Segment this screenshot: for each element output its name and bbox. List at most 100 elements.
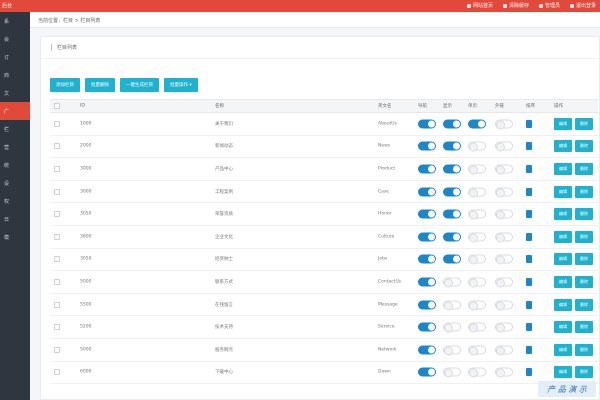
edit-button[interactable]: 编辑: [554, 321, 572, 334]
delete-button[interactable]: 删除: [575, 275, 593, 288]
delete-button[interactable]: 删除: [575, 162, 593, 175]
toolbar-button-2[interactable]: 一键生成栏目: [120, 78, 159, 92]
delete-button[interactable]: 删除: [575, 253, 593, 266]
sort-handle[interactable]: [526, 368, 532, 377]
nav-toggle[interactable]: [418, 164, 436, 174]
edit-button[interactable]: 编辑: [554, 253, 572, 266]
external-link-toggle[interactable]: [495, 254, 513, 264]
toolbar-button-3[interactable]: 批量操作 ▾: [164, 78, 198, 92]
sidebar-item-7[interactable]: 营: [0, 138, 30, 156]
sort-handle[interactable]: [526, 300, 532, 309]
row-checkbox[interactable]: [54, 278, 60, 285]
nav-toggle[interactable]: [418, 232, 436, 242]
sort-handle[interactable]: [526, 277, 532, 286]
sidebar-item-11[interactable]: 日: [0, 210, 30, 228]
sort-handle[interactable]: [526, 323, 532, 332]
show-toggle[interactable]: [443, 367, 461, 377]
edit-button[interactable]: 编辑: [554, 230, 572, 243]
row-checkbox[interactable]: [54, 324, 60, 331]
edit-button[interactable]: 编辑: [554, 275, 572, 288]
external-link-toggle[interactable]: [495, 345, 513, 355]
delete-button[interactable]: 删除: [575, 230, 593, 243]
show-toggle[interactable]: [443, 164, 461, 174]
top-link-2[interactable]: 管理员: [538, 2, 560, 9]
external-link-toggle[interactable]: [495, 300, 513, 310]
delete-button[interactable]: 删除: [575, 208, 593, 221]
sidebar-item-0[interactable]: 系: [0, 12, 30, 30]
show-toggle[interactable]: [443, 345, 461, 355]
single-page-toggle[interactable]: [468, 209, 486, 219]
sort-handle[interactable]: [526, 142, 532, 151]
nav-toggle[interactable]: [418, 254, 436, 264]
sidebar-item-4[interactable]: 文: [0, 84, 30, 102]
single-page-toggle[interactable]: [468, 322, 486, 332]
edit-button[interactable]: 编辑: [554, 117, 572, 130]
single-page-toggle[interactable]: [468, 232, 486, 242]
single-page-toggle[interactable]: [468, 254, 486, 264]
edit-button[interactable]: 编辑: [554, 208, 572, 221]
nav-toggle[interactable]: [418, 141, 436, 151]
row-checkbox[interactable]: [54, 211, 60, 218]
show-toggle[interactable]: [443, 277, 461, 287]
delete-button[interactable]: 删除: [575, 343, 593, 356]
show-toggle[interactable]: [443, 187, 461, 197]
row-checkbox[interactable]: [54, 120, 60, 127]
delete-button[interactable]: 删除: [575, 185, 593, 198]
single-page-toggle[interactable]: [468, 164, 486, 174]
nav-toggle[interactable]: [418, 322, 436, 332]
sidebar-item-2[interactable]: 订: [0, 48, 30, 66]
top-link-3[interactable]: 退出登录: [569, 2, 596, 9]
edit-button[interactable]: 编辑: [554, 298, 572, 311]
external-link-toggle[interactable]: [495, 367, 513, 377]
sort-handle[interactable]: [526, 255, 532, 264]
toolbar-button-0[interactable]: 添加栏目: [50, 78, 80, 92]
toolbar-button-1[interactable]: 批量删除: [85, 78, 115, 92]
nav-toggle[interactable]: [418, 300, 436, 310]
edit-button[interactable]: 编辑: [554, 140, 572, 153]
sidebar-item-3[interactable]: 商: [0, 66, 30, 84]
top-link-1[interactable]: 清除缓存: [502, 2, 529, 9]
show-toggle[interactable]: [443, 141, 461, 151]
nav-toggle[interactable]: [418, 119, 436, 129]
row-checkbox[interactable]: [54, 301, 60, 308]
nav-toggle[interactable]: [418, 209, 436, 219]
sidebar-item-10[interactable]: 权: [0, 192, 30, 210]
single-page-toggle[interactable]: [468, 119, 486, 129]
show-toggle[interactable]: [443, 300, 461, 310]
single-page-toggle[interactable]: [468, 345, 486, 355]
sidebar-item-12[interactable]: 模: [0, 228, 30, 246]
external-link-toggle[interactable]: [495, 277, 513, 287]
nav-toggle[interactable]: [418, 367, 436, 377]
row-checkbox[interactable]: [54, 233, 60, 240]
show-toggle[interactable]: [443, 119, 461, 129]
edit-button[interactable]: 编辑: [554, 343, 572, 356]
single-page-toggle[interactable]: [468, 300, 486, 310]
edit-button[interactable]: 编辑: [554, 162, 572, 175]
single-page-toggle[interactable]: [468, 141, 486, 151]
select-all-checkbox[interactable]: [54, 103, 60, 109]
single-page-toggle[interactable]: [468, 187, 486, 197]
row-checkbox[interactable]: [54, 165, 60, 172]
sidebar-item-9[interactable]: 设: [0, 174, 30, 192]
row-checkbox[interactable]: [54, 143, 60, 150]
single-page-toggle[interactable]: [468, 277, 486, 287]
sort-handle[interactable]: [526, 164, 532, 173]
nav-toggle[interactable]: [418, 187, 436, 197]
sort-handle[interactable]: [526, 345, 532, 354]
sidebar-item-5[interactable]: 广: [0, 102, 30, 120]
external-link-toggle[interactable]: [495, 141, 513, 151]
row-checkbox[interactable]: [54, 188, 60, 195]
external-link-toggle[interactable]: [495, 209, 513, 219]
nav-toggle[interactable]: [418, 277, 436, 287]
sidebar-item-8[interactable]: 统: [0, 156, 30, 174]
delete-button[interactable]: 删除: [575, 366, 593, 379]
sidebar-item-1[interactable]: 会: [0, 30, 30, 48]
external-link-toggle[interactable]: [495, 119, 513, 129]
single-page-toggle[interactable]: [468, 367, 486, 377]
top-link-0[interactable]: 网站首页: [466, 2, 493, 9]
sort-handle[interactable]: [526, 187, 532, 196]
row-checkbox[interactable]: [54, 256, 60, 263]
show-toggle[interactable]: [443, 322, 461, 332]
row-checkbox[interactable]: [54, 369, 60, 376]
row-checkbox[interactable]: [54, 346, 60, 353]
